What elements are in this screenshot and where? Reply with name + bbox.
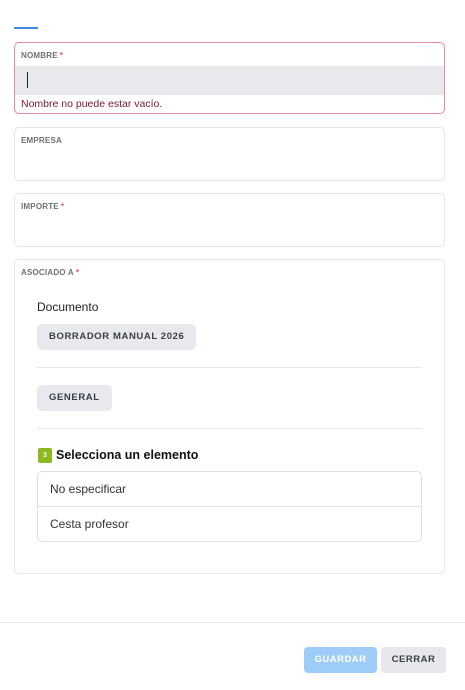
nombre-error-message: Nombre no puede estar vacío. bbox=[21, 98, 163, 110]
element-options-list: No especificar Cesta profesor bbox=[37, 471, 422, 542]
divider bbox=[37, 367, 422, 368]
required-mark: * bbox=[75, 268, 80, 277]
importe-label: IMPORTE * bbox=[21, 202, 65, 211]
divider bbox=[37, 428, 422, 429]
option-cesta-profesor[interactable]: Cesta profesor bbox=[38, 506, 421, 541]
required-mark: * bbox=[60, 202, 65, 211]
empresa-field: EMPRESA bbox=[14, 127, 445, 181]
step-number-badge: 3 bbox=[38, 448, 52, 463]
asociado-label: ASOCIADO A * bbox=[21, 268, 80, 277]
nombre-input[interactable] bbox=[15, 66, 444, 95]
option-no-especificar[interactable]: No especificar bbox=[38, 472, 421, 506]
nombre-field: NOMBRE * Nombre no puede estar vacío. bbox=[14, 42, 445, 114]
category-chip[interactable]: GENERAL bbox=[37, 385, 112, 411]
nombre-label: NOMBRE * bbox=[21, 51, 64, 60]
importe-field: IMPORTE * bbox=[14, 193, 445, 247]
empresa-label: EMPRESA bbox=[21, 136, 62, 145]
required-mark: * bbox=[59, 51, 64, 60]
save-button[interactable]: GUARDAR bbox=[304, 647, 377, 673]
close-button[interactable]: CERRAR bbox=[381, 647, 446, 673]
asociado-field: ASOCIADO A * Documento BORRADOR MANUAL 20… bbox=[14, 259, 445, 574]
document-chip[interactable]: BORRADOR MANUAL 2026 bbox=[37, 324, 197, 350]
step-title: Selecciona un elemento bbox=[56, 448, 199, 462]
importe-input[interactable] bbox=[19, 216, 440, 244]
text-cursor bbox=[27, 72, 28, 88]
footer-divider bbox=[0, 622, 465, 623]
documento-label: Documento bbox=[37, 300, 99, 314]
empresa-input[interactable] bbox=[19, 150, 440, 178]
active-tab-indicator bbox=[14, 27, 38, 29]
